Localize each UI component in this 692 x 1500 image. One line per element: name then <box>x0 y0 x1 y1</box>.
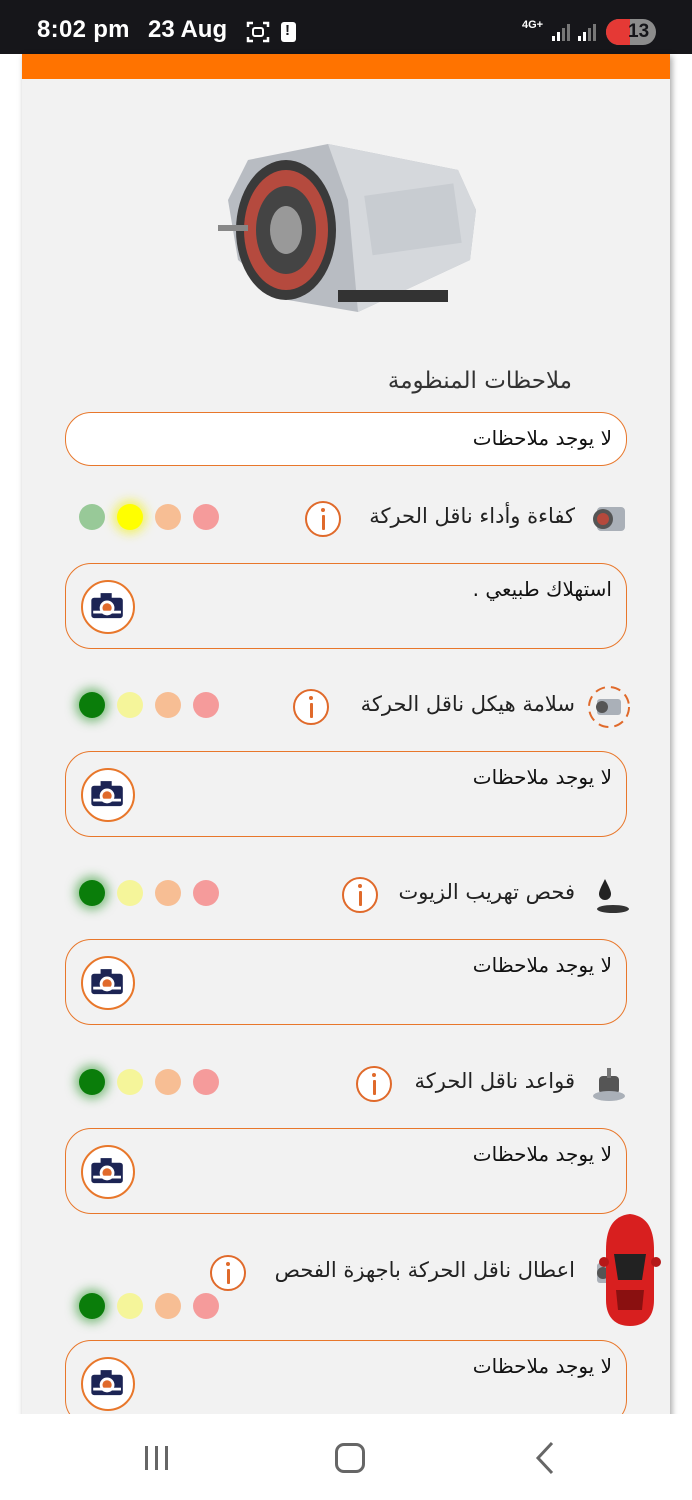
comment-text: لا يوجد ملاحظات <box>472 765 612 789</box>
signal-icon <box>552 24 570 41</box>
comment-text: لا يوجد ملاحظات <box>472 953 612 977</box>
system-nav-bar <box>0 1414 692 1500</box>
back-icon[interactable] <box>530 1440 560 1476</box>
rating-green[interactable] <box>79 880 105 906</box>
rating-red[interactable] <box>193 1069 219 1095</box>
rating-yellow[interactable] <box>117 880 143 906</box>
check-label: سلامة هيكل ناقل الحركة <box>360 692 575 716</box>
camera-icon[interactable] <box>81 580 135 634</box>
rating-green[interactable] <box>79 692 105 718</box>
status-bar: 8:02 pm 23 Aug 4G+ 13 <box>0 0 692 54</box>
screenshot-scan-icon <box>246 21 270 43</box>
rating-selector[interactable] <box>79 690 229 720</box>
rating-orange[interactable] <box>155 1069 181 1095</box>
gearbox-icon <box>593 507 625 531</box>
rating-green[interactable] <box>79 504 105 530</box>
alert-icon <box>281 22 296 42</box>
rating-green[interactable] <box>79 1069 105 1095</box>
recent-apps-icon[interactable] <box>142 1443 172 1473</box>
signal-icon-2 <box>578 24 596 41</box>
info-icon[interactable] <box>342 877 378 913</box>
rating-orange[interactable] <box>155 880 181 906</box>
rating-orange[interactable] <box>155 692 181 718</box>
rating-selector[interactable] <box>79 878 229 908</box>
rating-selector[interactable] <box>79 1067 229 1097</box>
network-type: 4G+ <box>522 19 544 31</box>
rating-yellow[interactable] <box>117 692 143 718</box>
card-accent-bar <box>22 54 670 79</box>
info-icon[interactable] <box>356 1066 392 1102</box>
rating-yellow[interactable] <box>117 1293 143 1319</box>
rating-green[interactable] <box>79 1293 105 1319</box>
rating-yellow[interactable] <box>117 1069 143 1095</box>
comment-field[interactable]: لا يوجد ملاحظات <box>65 939 627 1025</box>
transmission-mount-icon <box>593 1068 625 1101</box>
comment-field[interactable]: لا يوجد ملاحظات <box>65 1128 627 1214</box>
comment-text: لا يوجد ملاحظات <box>472 1142 612 1166</box>
system-notes-input[interactable]: لا يوجد ملاحظات <box>65 412 627 466</box>
rating-red[interactable] <box>193 880 219 906</box>
car-icon[interactable] <box>598 1210 662 1330</box>
comment-field[interactable]: استهلاك طبيعي . <box>65 563 627 649</box>
rating-yellow[interactable] <box>117 504 143 530</box>
rating-red[interactable] <box>193 1293 219 1319</box>
rating-orange[interactable] <box>155 504 181 530</box>
check-label: اعطال ناقل الحركة باجهزة الفحص <box>274 1258 575 1282</box>
battery-indicator: 13 <box>606 19 656 45</box>
rating-selector[interactable] <box>79 1291 229 1321</box>
oil-drop-icon <box>597 879 629 913</box>
rating-orange[interactable] <box>155 1293 181 1319</box>
camera-icon[interactable] <box>81 956 135 1010</box>
home-icon[interactable] <box>335 1443 365 1473</box>
rating-selector[interactable] <box>79 502 229 532</box>
info-icon[interactable] <box>293 689 329 725</box>
status-time: 8:02 pm <box>37 16 130 43</box>
comment-field[interactable]: لا يوجد ملاحظات <box>65 751 627 837</box>
rating-red[interactable] <box>193 692 219 718</box>
battery-level: 13 <box>628 21 650 42</box>
info-icon[interactable] <box>305 501 341 537</box>
system-notes-title: ملاحظات المنظومة <box>387 368 572 394</box>
rating-red[interactable] <box>193 504 219 530</box>
comment-text: استهلاك طبيعي . <box>472 577 612 601</box>
check-label: قواعد ناقل الحركة <box>414 1069 575 1093</box>
status-date: 23 Aug <box>148 16 228 43</box>
inspection-card: ملاحظات المنظومة لا يوجد ملاحظات كفاءة و… <box>22 54 670 1426</box>
comment-text: لا يوجد ملاحظات <box>472 1354 612 1378</box>
check-label: فحص تهريب الزيوت <box>398 880 575 904</box>
info-icon[interactable] <box>210 1255 246 1291</box>
camera-icon[interactable] <box>81 768 135 822</box>
system-notes-value: لا يوجد ملاحظات <box>472 426 612 450</box>
gearbox-housing-icon <box>588 686 630 728</box>
camera-icon[interactable] <box>81 1145 135 1199</box>
transmission-image <box>218 144 476 312</box>
check-label: كفاءة وأداء ناقل الحركة <box>369 504 575 528</box>
camera-icon[interactable] <box>81 1357 135 1411</box>
